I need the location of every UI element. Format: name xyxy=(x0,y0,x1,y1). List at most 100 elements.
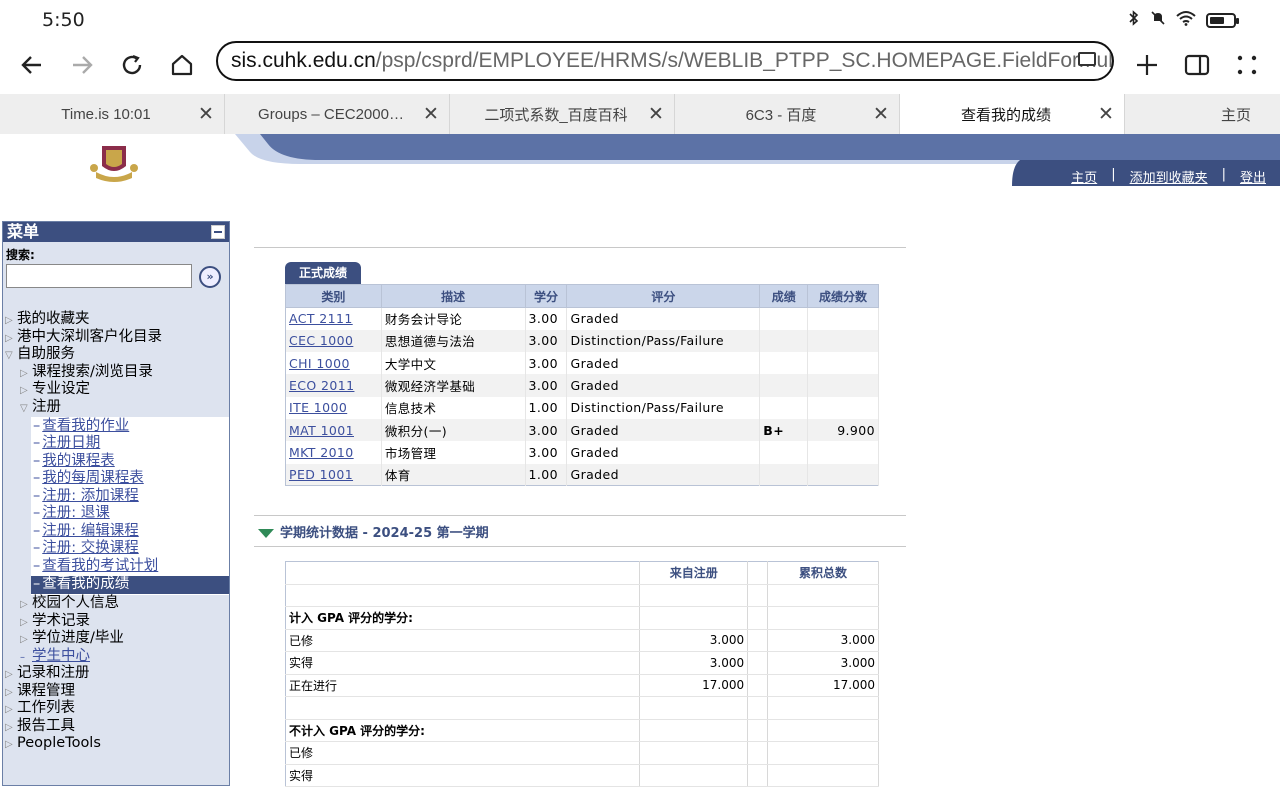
cumulative-value: 17.000 xyxy=(767,674,879,697)
menu-item-enrollment[interactable]: ▽ 注册 xyxy=(20,399,61,416)
submenu-class-schedule[interactable]: – 我的课程表 xyxy=(33,453,115,470)
course-desc: 市场管理 xyxy=(381,441,526,464)
course-link[interactable]: MAT 1001 xyxy=(289,423,354,438)
submenu-add-class[interactable]: – 注册: 添加课程 xyxy=(33,488,139,505)
submenu-view-assignments[interactable]: – 查看我的作业 xyxy=(33,418,129,435)
table-row xyxy=(285,584,879,607)
home-link[interactable]: 主页 xyxy=(1071,167,1097,186)
back-icon[interactable] xyxy=(14,47,50,83)
col-header: 类别 xyxy=(285,284,382,308)
close-icon[interactable]: ✕ xyxy=(1088,103,1124,126)
grading-basis: Distinction/Pass/Failure xyxy=(566,396,761,419)
course-units: 3.00 xyxy=(525,374,568,397)
tab-grades[interactable]: 查看我的成绩 ✕ xyxy=(900,94,1125,134)
course-link[interactable]: CEC 1000 xyxy=(289,333,353,348)
table-header-row: 来自注册 累积总数 xyxy=(285,561,879,585)
close-icon[interactable]: ✕ xyxy=(413,103,449,126)
expand-arrow-icon: ▷ xyxy=(5,739,13,750)
collapse-triangle-icon[interactable] xyxy=(258,529,274,538)
menu-item-custom-catalog[interactable]: ▷ 港中大深圳客户化目录 xyxy=(5,329,162,346)
tab-home[interactable]: 主页 xyxy=(1125,94,1280,134)
col-header: 评分 xyxy=(566,284,761,308)
status-time: 5:50 xyxy=(42,9,85,31)
menu-item-class-search[interactable]: ▷ 课程搜索/浏览目录 xyxy=(20,364,153,381)
expand-arrow-icon: ▷ xyxy=(20,634,28,645)
menu-item-student-center[interactable]: – 学生中心 xyxy=(20,648,90,665)
grade xyxy=(759,329,809,353)
course-link[interactable]: ITE 1000 xyxy=(289,400,347,415)
submenu-drop-class[interactable]: – 注册: 退课 xyxy=(33,505,110,522)
expand-arrow-icon: ▷ xyxy=(5,333,13,344)
course-link[interactable]: MKT 2010 xyxy=(289,445,354,460)
cumulative-value: 3.000 xyxy=(767,629,879,652)
tab-label: 二项式系数_百度百科 xyxy=(484,106,628,124)
row-label: 已修 xyxy=(285,629,641,652)
table-row: 正在进行 17.000 17.000 xyxy=(285,674,879,697)
grades-tab[interactable]: 正式成绩 xyxy=(285,262,362,284)
cast-icon[interactable] xyxy=(1078,52,1096,66)
submenu-exam-schedule[interactable]: – 查看我的考试计划 xyxy=(33,558,158,575)
divider xyxy=(254,247,906,248)
menu-item-degree-progress[interactable]: ▷ 学位进度/毕业 xyxy=(20,630,124,647)
course-link[interactable]: ACT 2111 xyxy=(289,311,353,326)
course-link[interactable]: ECO 2011 xyxy=(289,378,354,393)
collapse-icon[interactable] xyxy=(211,225,225,239)
home-icon[interactable] xyxy=(164,47,200,83)
reload-icon[interactable] xyxy=(114,47,150,83)
course-units: 3.00 xyxy=(525,329,568,353)
logout-link[interactable]: 登出 xyxy=(1240,167,1266,186)
menu-header: 菜单 xyxy=(3,222,229,242)
course-units: 3.00 xyxy=(525,352,568,375)
add-favorites-link[interactable]: 添加到收藏夹 xyxy=(1130,167,1208,186)
menu-item-curriculum[interactable]: ▷ 课程管理 xyxy=(5,683,75,700)
table-row: 已修 3.000 3.000 xyxy=(285,629,879,652)
menu-dots-icon[interactable] xyxy=(1229,47,1265,83)
search-go-icon[interactable]: » xyxy=(199,266,221,288)
submenu-swap-class[interactable]: – 注册: 交换课程 xyxy=(33,540,139,557)
new-tab-icon[interactable] xyxy=(1129,47,1165,83)
browser-toolbar: sis.cuhk.edu.cn/psp/csprd/EMPLOYEE/HRMS/… xyxy=(0,40,1280,92)
close-icon[interactable]: ✕ xyxy=(638,103,674,126)
submenu-enroll-dates[interactable]: – 注册日期 xyxy=(33,435,100,452)
menu-item-peopletools[interactable]: ▷ PeopleTools xyxy=(5,735,101,752)
expand-arrow-icon: ▷ xyxy=(5,704,13,715)
sidebar-icon[interactable] xyxy=(1179,47,1215,83)
course-desc: 大学中文 xyxy=(381,352,526,375)
course-link[interactable]: CHI 1000 xyxy=(289,356,350,371)
collapse-arrow-icon: ▽ xyxy=(20,403,28,414)
separator: | xyxy=(1111,167,1116,182)
menu-item-self-service[interactable]: ▽ 自助服务 xyxy=(5,346,75,363)
close-icon[interactable]: ✕ xyxy=(863,103,899,126)
tab-baike[interactable]: 二项式系数_百度百科 ✕ xyxy=(450,94,675,134)
bluetooth-icon xyxy=(1128,10,1140,30)
menu-item-favorites[interactable]: ▷ 我的收藏夹 xyxy=(5,311,90,328)
menu-item-worklist[interactable]: ▷ 工作列表 xyxy=(5,700,75,717)
grading-basis: Graded xyxy=(566,307,761,330)
table-row: ECO 2011 微观经济学基础 3.00 Graded xyxy=(285,374,879,397)
grade xyxy=(759,307,809,330)
menu-item-academic-records[interactable]: ▷ 学术记录 xyxy=(20,613,90,630)
course-desc: 信息技术 xyxy=(381,396,526,419)
menu-item-records-enrollment[interactable]: ▷ 记录和注册 xyxy=(5,665,90,682)
submenu-weekly-schedule[interactable]: – 我的每周课程表 xyxy=(33,470,144,487)
submenu-view-grades[interactable]: – 查看我的成绩 xyxy=(33,576,129,593)
menu-item-reporting[interactable]: ▷ 报告工具 xyxy=(5,718,75,735)
section-label: 计入 GPA 评分的学分: xyxy=(285,606,641,630)
address-bar[interactable]: sis.cuhk.edu.cn/psp/csprd/EMPLOYEE/HRMS/… xyxy=(216,41,1114,81)
forward-icon[interactable] xyxy=(64,47,100,83)
course-link[interactable]: PED 1001 xyxy=(289,467,353,482)
tab-groups[interactable]: Groups – CEC2000… ✕ xyxy=(225,94,450,134)
search-input[interactable] xyxy=(6,264,192,288)
submenu-edit-class[interactable]: – 注册: 编辑课程 xyxy=(33,523,139,540)
tab-baidu[interactable]: 6C3 - 百度 ✕ xyxy=(675,94,900,134)
tab-label: 查看我的成绩 xyxy=(960,106,1051,124)
grading-basis: Graded xyxy=(566,374,761,397)
close-icon[interactable]: ✕ xyxy=(188,103,224,126)
term-stats-header[interactable]: 学期统计数据 - 2024-25 第一学期 xyxy=(258,522,489,541)
mute-icon xyxy=(1150,10,1166,30)
menu-item-campus-personal[interactable]: ▷ 校园个人信息 xyxy=(20,595,119,612)
tab-timeis[interactable]: Time.is 10:01 ✕ xyxy=(0,94,225,134)
table-row: 计入 GPA 评分的学分: xyxy=(285,606,879,630)
menu-item-major[interactable]: ▷ 专业设定 xyxy=(20,381,90,398)
url-host: sis.cuhk.edu.cn xyxy=(231,49,376,72)
